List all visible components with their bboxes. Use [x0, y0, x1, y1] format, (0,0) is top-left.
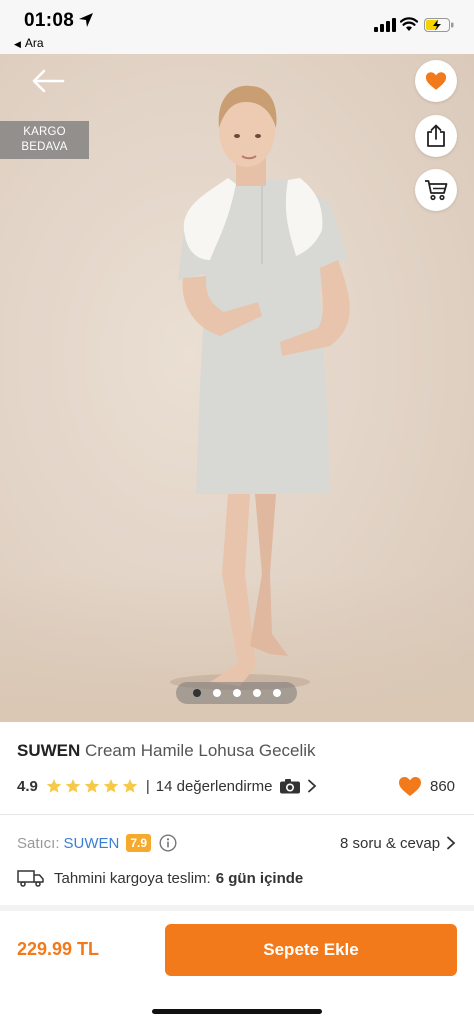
review-count: 14 değerlendirme — [155, 777, 273, 795]
battery-charging-icon — [424, 18, 454, 32]
product-brand[interactable]: SUWEN — [17, 741, 80, 760]
camera-icon — [279, 779, 300, 794]
back-triangle-icon: ◀ — [14, 39, 21, 49]
location-arrow-icon — [79, 13, 93, 27]
product-name: Cream Hamile Lohusa Gecelik — [85, 741, 316, 760]
product-image-gallery[interactable]: KARGO BEDAVA — [0, 54, 474, 722]
free-shipping-line1: KARGO — [23, 126, 66, 138]
favorite-count-value: 860 — [430, 777, 456, 795]
delivery-estimate: Tahmini kargoya teslim: 6 gün içinde — [17, 867, 303, 889]
share-button[interactable] — [415, 115, 457, 157]
cart-icon — [425, 180, 448, 201]
back-arrow-icon[interactable] — [30, 68, 66, 94]
cart-button[interactable] — [415, 169, 457, 211]
questions-answers-link[interactable]: 8 soru & cevap — [340, 832, 456, 854]
seller-row: Satıcı: SUWEN 7.9 — [17, 832, 177, 854]
chevron-right-icon — [307, 779, 316, 793]
star-icon — [122, 779, 138, 793]
image-pagination — [176, 682, 297, 704]
heart-icon — [399, 776, 421, 796]
status-bar: 01:08 ◀ Ara — [0, 0, 474, 54]
status-time: 01:08 — [24, 10, 75, 31]
add-to-cart-button[interactable]: Sepete Ekle — [165, 924, 457, 976]
pagination-dot[interactable] — [272, 689, 281, 697]
rating-separator: | — [145, 777, 150, 795]
truck-icon — [17, 870, 44, 887]
rating-stars — [46, 778, 138, 794]
delivery-label: Tahmini kargoya teslim: — [54, 869, 211, 887]
signal-icon — [374, 18, 396, 32]
heart-icon — [425, 72, 447, 90]
pagination-dot[interactable] — [212, 689, 221, 697]
chevron-right-icon — [447, 836, 456, 850]
home-indicator — [152, 1009, 322, 1014]
favorite-button[interactable] — [415, 60, 457, 102]
product-price: 229.99 TL — [17, 939, 100, 959]
star-icon — [65, 779, 81, 793]
divider — [0, 814, 474, 815]
pagination-dot[interactable] — [192, 689, 201, 697]
pagination-dot[interactable] — [232, 689, 241, 697]
delivery-value: 6 gün içinde — [215, 869, 304, 887]
favorite-count[interactable]: 860 — [398, 774, 455, 798]
seller-score-badge: 7.9 — [126, 834, 152, 852]
free-shipping-badge: KARGO BEDAVA — [0, 121, 89, 159]
seller-name-link[interactable]: SUWEN — [64, 835, 120, 852]
seller-label: Satıcı: — [17, 834, 60, 852]
star-icon — [84, 779, 100, 793]
questions-answers-label: 8 soru & cevap — [340, 834, 441, 852]
share-icon — [427, 124, 445, 147]
free-shipping-line2: BEDAVA — [21, 141, 68, 153]
wifi-icon — [400, 17, 418, 31]
rating-value: 4.9 — [17, 777, 38, 795]
back-app-label: Ara — [24, 36, 44, 50]
star-icon — [103, 779, 119, 793]
rating-row[interactable]: 4.9 | 14 değerlendirme — [17, 774, 317, 798]
info-icon[interactable] — [159, 834, 177, 852]
back-to-app-link[interactable]: ◀ Ara — [14, 36, 44, 50]
pagination-dot[interactable] — [252, 689, 261, 697]
star-icon — [46, 779, 62, 793]
section-divider — [0, 905, 474, 911]
product-title: SUWEN Cream Hamile Lohusa Gecelik — [17, 741, 316, 761]
